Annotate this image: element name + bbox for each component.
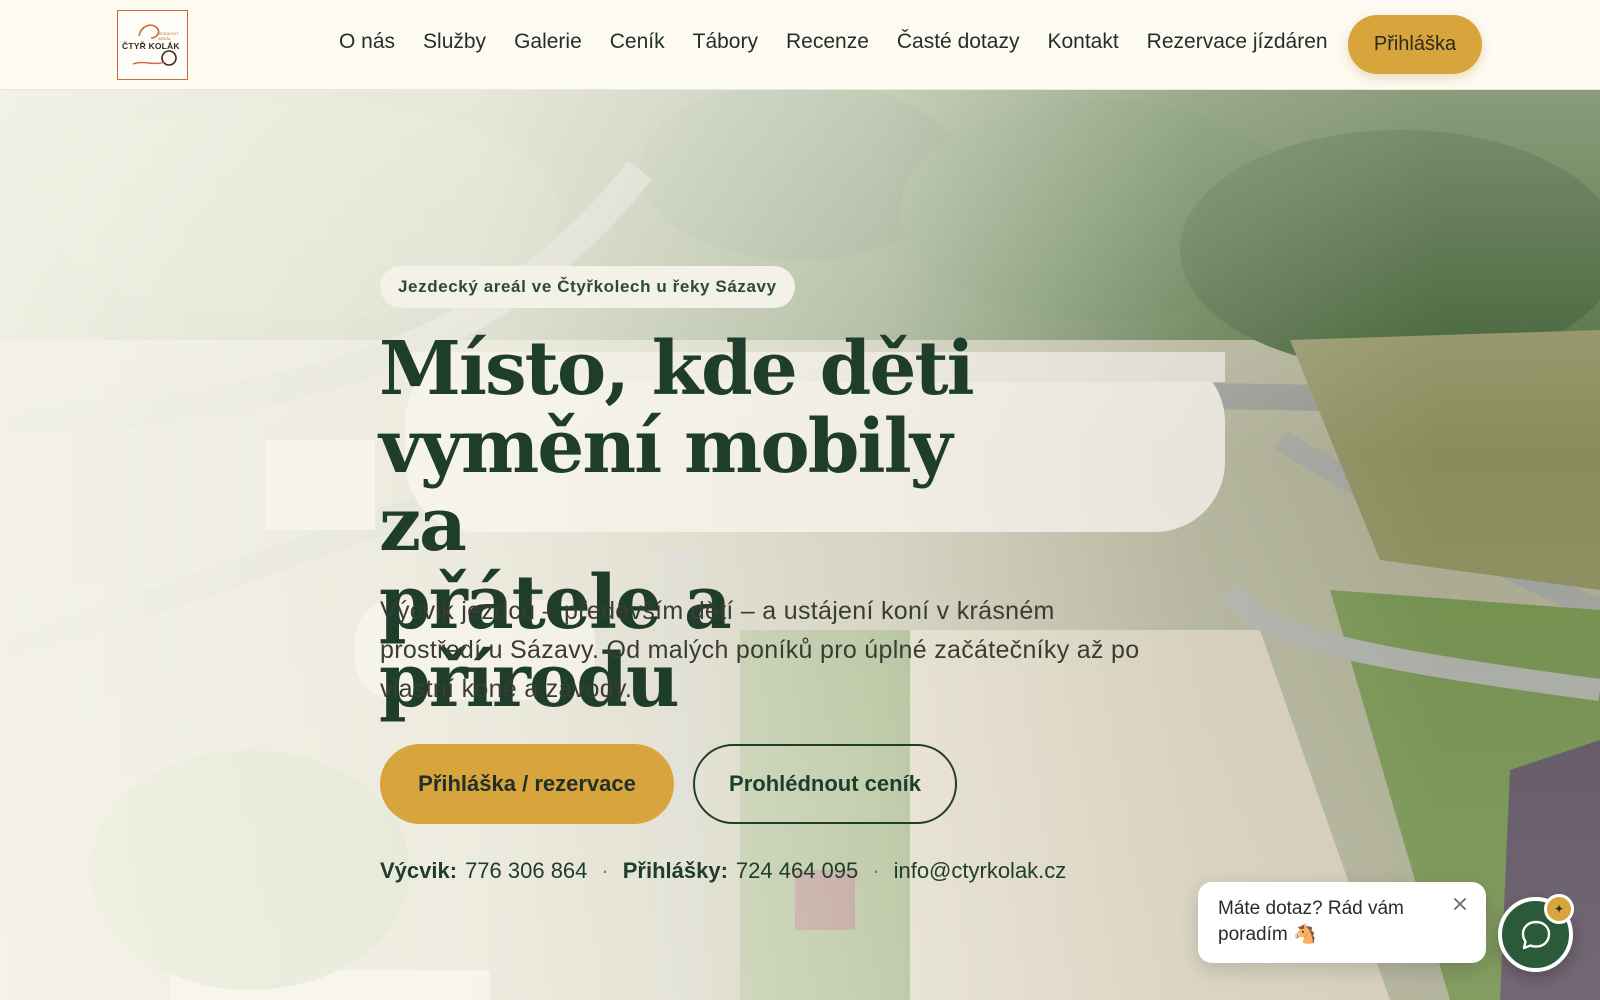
training-label: Výcvik: xyxy=(380,858,458,883)
hero-title-line-2: vymění mobily za xyxy=(379,404,953,568)
site-logo[interactable]: ČTYŘ KOLÁK JEZDECKÝ AREÁL xyxy=(117,10,188,80)
logo-subtext: JEZDECKÝ AREÁL xyxy=(158,31,179,41)
nav-item-galerie[interactable]: Galerie xyxy=(514,30,582,54)
nav-item-rezervace-jizdaren[interactable]: Rezervace jízdáren xyxy=(1147,30,1328,54)
application-button[interactable]: Přihláška xyxy=(1348,15,1482,74)
logo-text: ČTYŘ KOLÁK xyxy=(122,41,180,51)
applications-phone[interactable]: 724 464 095 xyxy=(736,858,858,884)
chat-prompt[interactable]: Máte dotaz? Rád vám poradím 🐴 xyxy=(1198,882,1486,963)
nav-item-o-nas[interactable]: O nás xyxy=(339,30,395,54)
view-pricing-button[interactable]: Prohlédnout ceník xyxy=(693,744,957,824)
separator-dot: · xyxy=(872,858,880,883)
location-badge: Jezdecký areál ve Čtyřkolech u řeky Sáza… xyxy=(380,266,795,308)
chat-prompt-text: Máte dotaz? Rád vám poradím 🐴 xyxy=(1218,898,1404,945)
training-phone[interactable]: 776 306 864 xyxy=(465,858,587,884)
site-header: ČTYŘ KOLÁK JEZDECKÝ AREÁL O nás Služby G… xyxy=(0,0,1600,90)
nav-item-kontakt[interactable]: Kontakt xyxy=(1047,30,1118,54)
nav-item-recenze[interactable]: Recenze xyxy=(786,30,869,54)
chat-bubble-icon xyxy=(1521,920,1550,949)
nav-item-tabory[interactable]: Tábory xyxy=(693,30,758,54)
nav-item-sluzby[interactable]: Služby xyxy=(423,30,486,54)
hero-title-line-1: Místo, kde děti xyxy=(379,326,975,412)
applications-label: Přihlášky: xyxy=(622,858,728,883)
nav-item-caste-dotazy[interactable]: Časté dotazy xyxy=(897,30,1020,54)
close-icon[interactable] xyxy=(1450,894,1470,914)
nav-item-cenik[interactable]: Ceník xyxy=(610,30,665,54)
email-link[interactable]: info@ctyrkolak.cz xyxy=(894,858,1067,884)
separator-dot: · xyxy=(601,858,609,883)
contact-line: Výcvik: 776 306 864 · Přihlášky: 724 464… xyxy=(380,858,1066,884)
main-nav: O nás Služby Galerie Ceník Tábory Recenz… xyxy=(339,30,1328,54)
hero-subtitle: Výcvik jezdců – především dětí – a ustáj… xyxy=(380,597,1140,703)
application-reservation-button[interactable]: Přihláška / rezervace xyxy=(380,744,674,824)
sparkle-icon: ✦ xyxy=(1544,894,1574,924)
